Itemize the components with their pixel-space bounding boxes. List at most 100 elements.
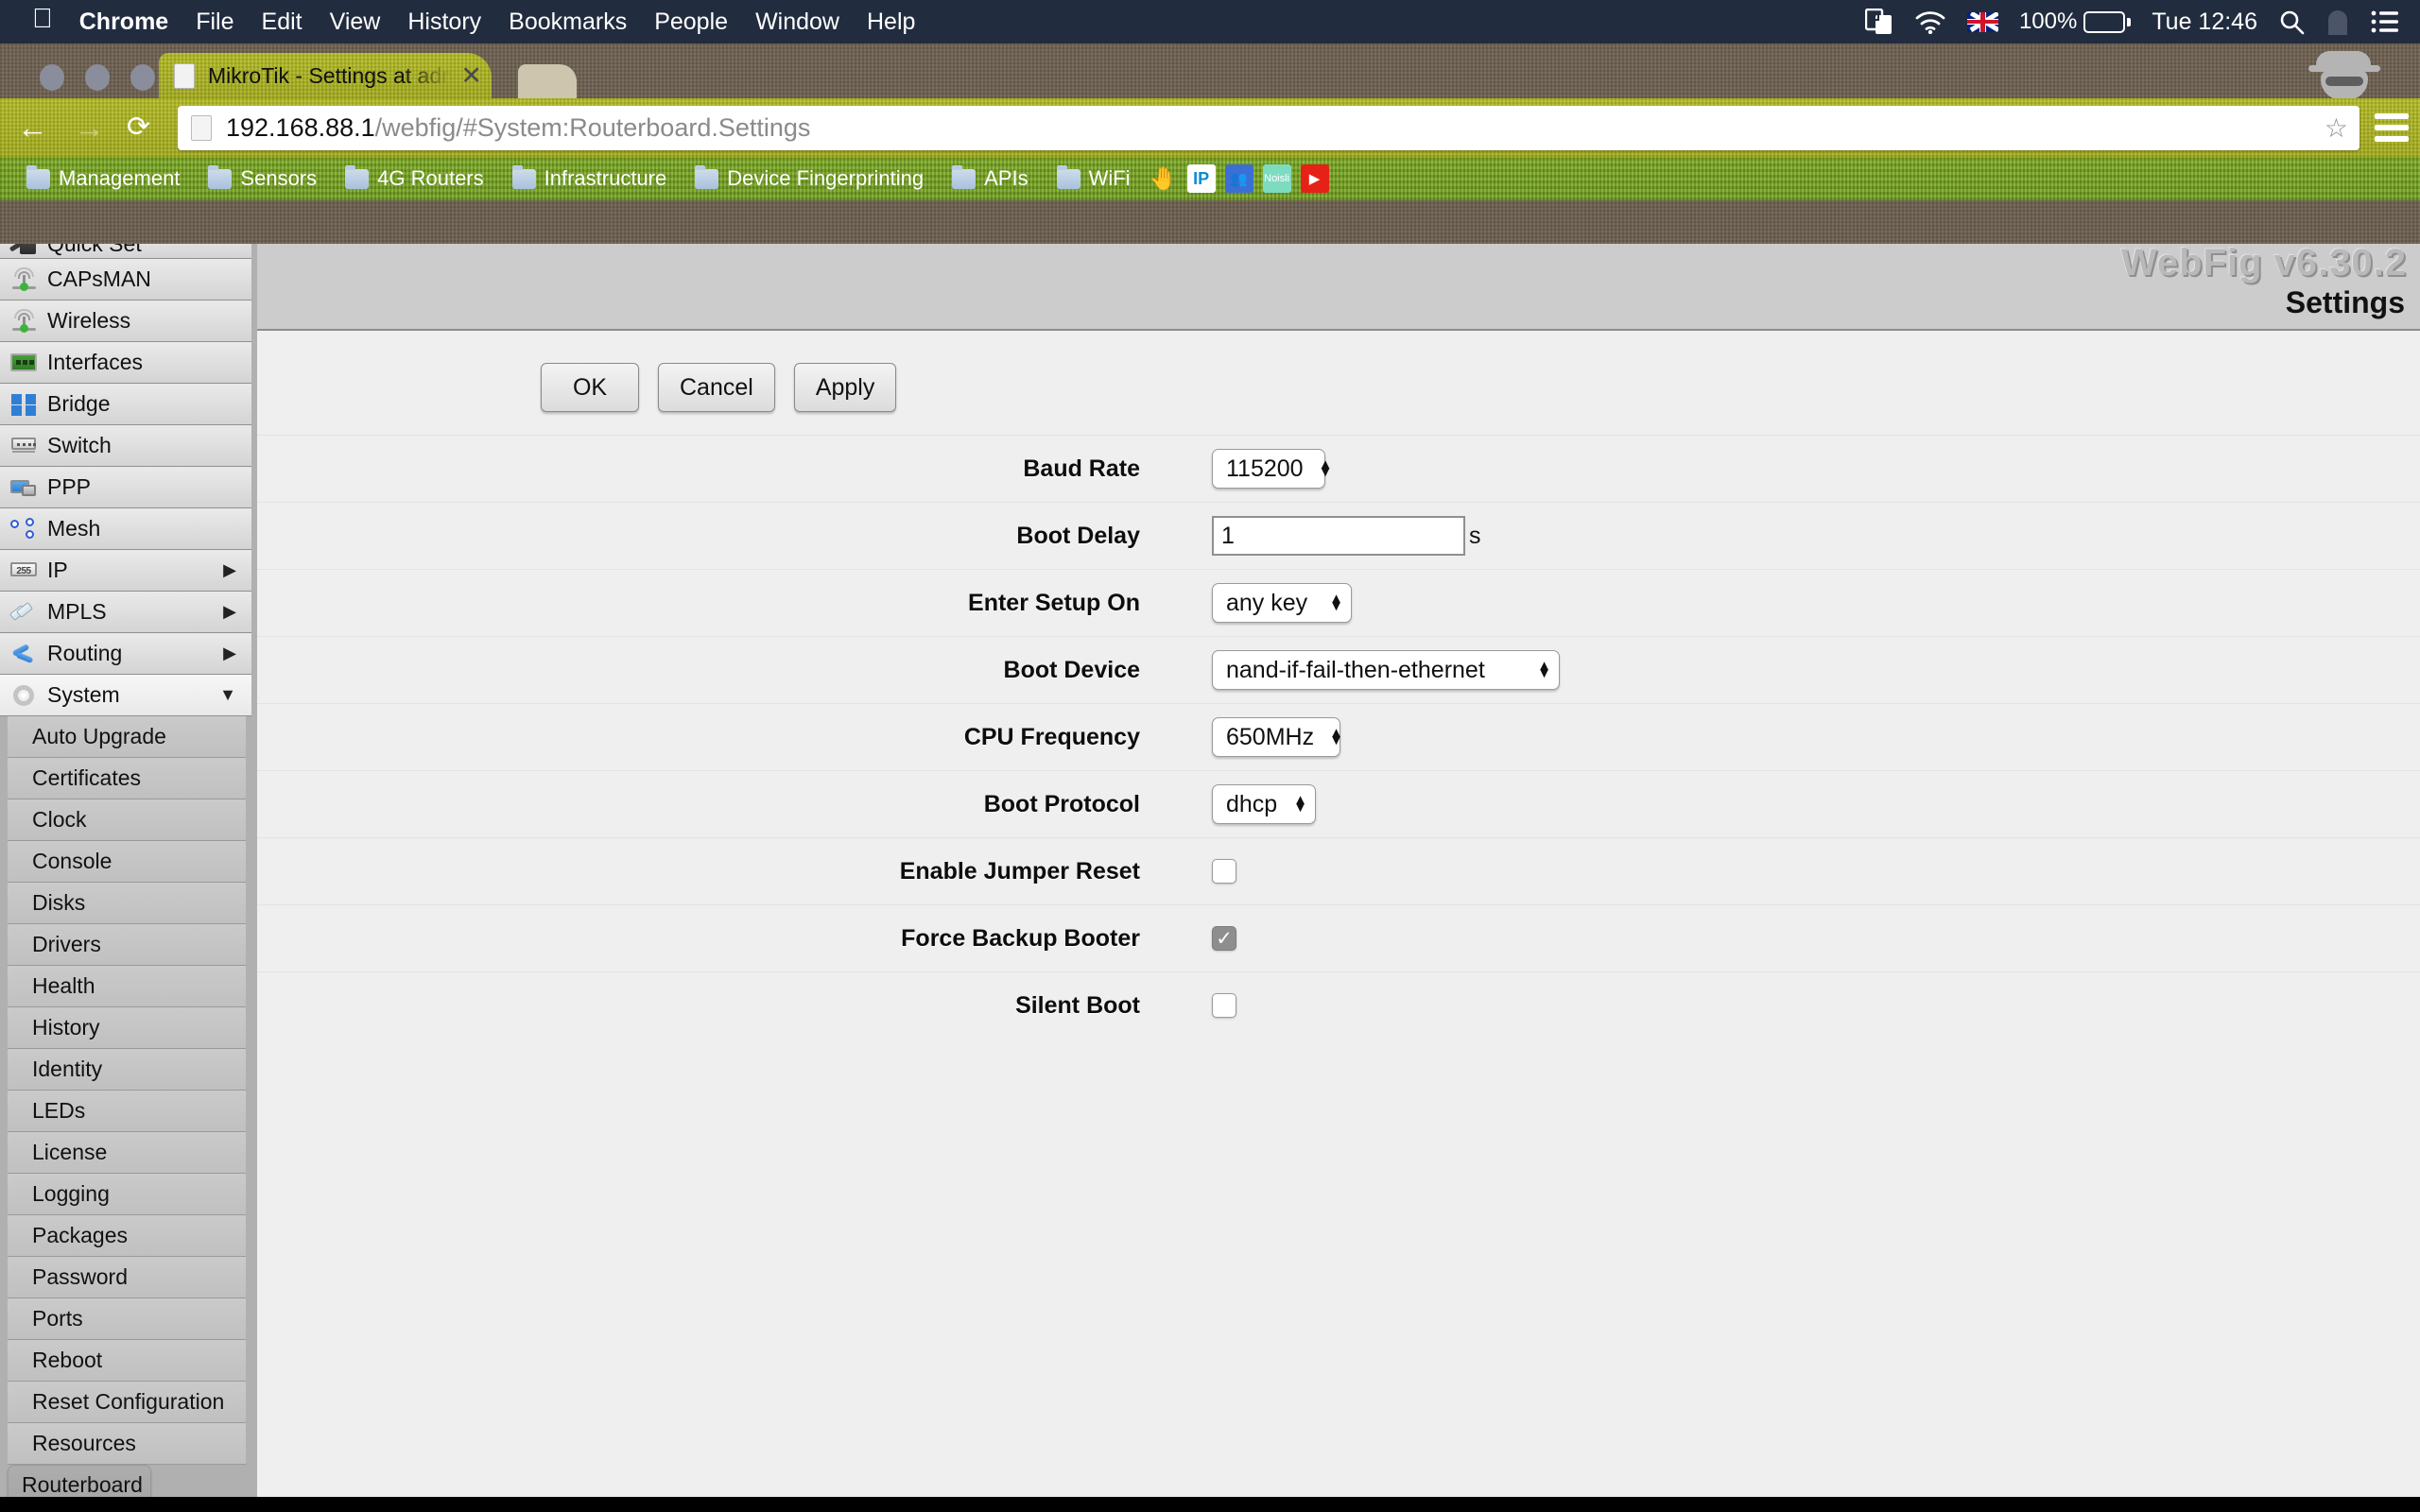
sidebar-item-quick-set[interactable]: Quick Set: [0, 244, 251, 259]
sidebar-item-routing[interactable]: Routing ▶: [0, 633, 251, 675]
menubar-item-history[interactable]: History: [407, 9, 481, 36]
ok-button[interactable]: OK: [541, 363, 639, 412]
close-icon[interactable]: ✕: [460, 61, 482, 91]
sidebar-subitem-packages[interactable]: Packages: [8, 1215, 246, 1257]
sidebar-subitem-auto-upgrade[interactable]: Auto Upgrade: [8, 716, 246, 758]
browser-tab[interactable]: MikroTik - Settings at adm ✕: [159, 53, 492, 98]
sidebar-item-ip[interactable]: 255 IP ▶: [0, 550, 251, 592]
sidebar-subitem-label: Clock: [32, 807, 87, 832]
sidebar-subitem-health[interactable]: Health: [8, 966, 246, 1007]
airplay-icon[interactable]: [1864, 9, 1893, 35]
menubar-item-file[interactable]: File: [196, 9, 233, 36]
sidebar-subitem-leds[interactable]: LEDs: [8, 1091, 246, 1132]
sidebar-item-mesh[interactable]: Mesh: [0, 508, 251, 550]
sidebar-item-mpls[interactable]: MPLS ▶: [0, 592, 251, 633]
bookmark-folder-management[interactable]: Management: [17, 164, 189, 191]
bookmark-star-icon[interactable]: ☆: [2325, 112, 2348, 144]
menubar-item-window[interactable]: Window: [755, 9, 839, 36]
webfig-sidebar: Quick Set CAPsMAN Wireless Interfaces Br…: [0, 244, 257, 1506]
sidebar-subitem-password[interactable]: Password: [8, 1257, 246, 1298]
tab-strip: MikroTik - Settings at adm ✕: [0, 43, 2420, 100]
boot-protocol-select[interactable]: dhcp ▲ ▼: [1212, 784, 1316, 824]
boot-device-select[interactable]: nand-if-fail-then-ethernet ▲ ▼: [1212, 650, 1560, 690]
cancel-button[interactable]: Cancel: [658, 363, 775, 412]
mpls-icon: [9, 600, 38, 625]
stepper-arrows-icon[interactable]: ▲ ▼: [1329, 592, 1343, 613]
sidebar-subitem-label: Reset Configuration: [32, 1389, 225, 1414]
people-pin-icon[interactable]: 👥: [1224, 164, 1253, 193]
menubar-clock[interactable]: Tue 12:46: [2152, 9, 2257, 36]
menubar-item-help[interactable]: Help: [867, 9, 915, 36]
field-label: Boot Delay: [1016, 522, 1140, 549]
sidebar-item-switch[interactable]: Switch: [0, 425, 251, 467]
menubar-item-people[interactable]: People: [654, 9, 728, 36]
sidebar-subitem-reset-configuration[interactable]: Reset Configuration: [8, 1382, 246, 1423]
bookmark-folder-wifi[interactable]: WiFi: [1047, 164, 1140, 191]
sidebar-item-interfaces[interactable]: Interfaces: [0, 342, 251, 384]
new-tab-icon[interactable]: [518, 64, 577, 98]
address-bar[interactable]: 192.168.88.1/webfig/#System:Routerboard.…: [178, 106, 2360, 150]
sidebar-subitem-logging[interactable]: Logging: [8, 1174, 246, 1215]
window-controls[interactable]: [40, 64, 155, 91]
notification-center-icon[interactable]: [2371, 10, 2399, 33]
sidebar-subitem-console[interactable]: Console: [8, 841, 246, 883]
enter-setup-on-select[interactable]: any key ▲ ▼: [1212, 583, 1352, 623]
apply-button[interactable]: Apply: [793, 363, 897, 412]
hamburger-menu-icon[interactable]: [2375, 113, 2409, 147]
hand-bird-icon[interactable]: 🤚: [1150, 164, 1178, 193]
sidebar-subitem-ports[interactable]: Ports: [8, 1298, 246, 1340]
cpu-frequency-select[interactable]: 650MHz ▲ ▼: [1212, 717, 1343, 757]
bookmark-folder-sensors[interactable]: Sensors: [199, 164, 326, 191]
silent-boot-checkbox[interactable]: [1212, 993, 1236, 1018]
wifi-icon[interactable]: [1914, 9, 1946, 34]
stepper-arrows-icon[interactable]: ▲ ▼: [1293, 793, 1307, 815]
ip-icon[interactable]: IP: [1186, 164, 1216, 193]
nic-icon: [9, 351, 38, 375]
bookmark-folder-4g-routers[interactable]: 4G Routers: [336, 164, 493, 191]
stepper-arrows-icon[interactable]: ▲ ▼: [1329, 726, 1343, 747]
menubar-item-view[interactable]: View: [330, 9, 381, 36]
bookmark-folder-apis[interactable]: APIs: [942, 164, 1037, 191]
sidebar-subitem-disks[interactable]: Disks: [8, 883, 246, 924]
sidebar-item-wireless[interactable]: Wireless: [0, 301, 251, 342]
force-backup-booter-checkbox[interactable]: ✓: [1212, 926, 1236, 951]
sidebar-item-capsman[interactable]: CAPsMAN: [0, 259, 251, 301]
menubar-item-bookmarks[interactable]: Bookmarks: [509, 9, 627, 36]
sidebar-item-system[interactable]: System ▼: [0, 675, 251, 716]
sidebar-item-label: CAPsMAN: [47, 266, 151, 291]
search-icon[interactable]: [2278, 9, 2305, 35]
uk-flag-icon[interactable]: [1966, 11, 1998, 32]
sidebar-subitem-certificates[interactable]: Certificates: [8, 758, 246, 799]
sidebar-item-ppp[interactable]: PPP: [0, 467, 251, 508]
switch-icon: [9, 434, 38, 458]
apple-logo-icon[interactable]: : [32, 5, 53, 33]
back-arrow-icon[interactable]: ←: [17, 112, 48, 144]
bookmark-folder-infrastructure[interactable]: Infrastructure: [503, 164, 677, 191]
form-row-boot-delay: Boot Delay s: [257, 502, 2420, 569]
bookmarks-bar: Management Sensors 4G Routers Infrastruc…: [0, 157, 2420, 200]
stepper-arrows-icon[interactable]: ▲ ▼: [1537, 659, 1551, 680]
boot-delay-input[interactable]: [1212, 516, 1465, 556]
sidebar-subitem-resources[interactable]: Resources: [8, 1423, 246, 1465]
baud-rate-select[interactable]: 115200 ▲ ▼: [1212, 449, 1332, 489]
page-title: Settings: [2285, 285, 2405, 319]
enable-jumper-reset-checkbox[interactable]: [1212, 859, 1236, 884]
menubar-item-edit[interactable]: Edit: [262, 9, 302, 36]
field-label: Force Backup Booter: [901, 924, 1140, 952]
sidebar-item-bridge[interactable]: Bridge: [0, 384, 251, 425]
sidebar-subitem-drivers[interactable]: Drivers: [8, 924, 246, 966]
sidebar-subitem-history[interactable]: History: [8, 1007, 246, 1049]
sidebar-subitem-license[interactable]: License: [8, 1132, 246, 1174]
bridge-icon: [9, 392, 38, 417]
reload-icon[interactable]: ⟳: [127, 112, 150, 144]
sidebar-subitem-identity[interactable]: Identity: [8, 1049, 246, 1091]
youtube-icon[interactable]: ▶: [1300, 164, 1329, 193]
menubar-item-chrome[interactable]: Chrome: [79, 9, 168, 36]
sidebar-subitem-reboot[interactable]: Reboot: [8, 1340, 246, 1382]
stepper-arrows-icon[interactable]: ▲ ▼: [1319, 457, 1333, 479]
sidebar-subitem-clock[interactable]: Clock: [8, 799, 246, 841]
field-label: CPU Frequency: [963, 723, 1140, 750]
battery-status[interactable]: 100%: [2019, 9, 2132, 35]
noisli-icon[interactable]: Noisli: [1262, 164, 1291, 193]
bookmark-folder-device-fingerprinting[interactable]: Device Fingerprinting: [685, 164, 933, 191]
